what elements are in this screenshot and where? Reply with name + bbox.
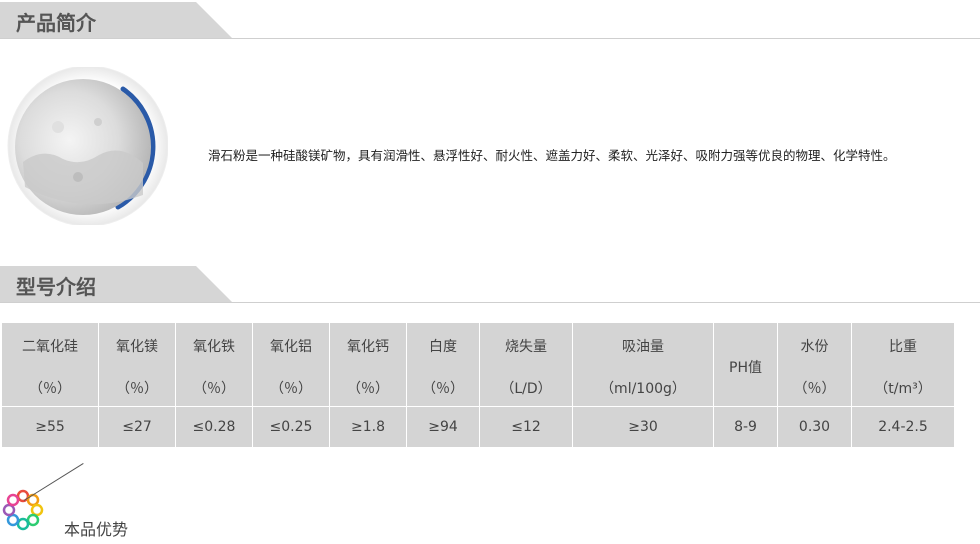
column-unit: （％）	[193, 380, 235, 397]
column-unit: （％）	[422, 380, 464, 397]
table-header-cell: 烧失量 （L/D）	[479, 322, 573, 407]
table-cell: ≥30	[572, 406, 714, 448]
table-cell: ≤0.28	[175, 406, 253, 448]
column-unit: （％）	[29, 380, 71, 397]
decorative-slash	[23, 462, 84, 501]
column-unit: （％）	[116, 380, 158, 397]
spec-table: 二氧化硅 （％） 氧化镁 （％） 氧化铁 （％） 氧化铝 （％） 氧化钙 （％） 白度 （％） 烧失量 （…	[1, 322, 955, 448]
table-header-cell: 氧化铁 （％）	[175, 322, 253, 407]
column-unit: （％）	[347, 380, 389, 397]
table-cell: ≥1.8	[329, 406, 407, 448]
table-header-cell: 比重 （t/m³）	[851, 322, 955, 407]
table-header-cell: 二氧化硅 （％）	[1, 322, 99, 407]
column-name: 水份	[800, 338, 829, 355]
column-name: 氧化镁	[116, 338, 158, 355]
column-name: 氧化铝	[270, 338, 312, 355]
table-cell: ≤0.25	[252, 406, 330, 448]
section-tab: 产品简介	[0, 2, 232, 38]
section-title: 产品简介	[16, 11, 96, 35]
section-title: 型号介绍	[16, 275, 96, 299]
table-header-cell: 氧化镁 （％）	[98, 322, 176, 407]
table-cell: ≤27	[98, 406, 176, 448]
column-unit: （％）	[793, 380, 836, 397]
table-header-cell: PH值	[713, 322, 778, 407]
flower-logo-icon	[2, 489, 44, 531]
column-name: 比重	[889, 338, 917, 355]
column-unit: （ml/100g）	[600, 380, 686, 397]
column-unit: （t/m³）	[874, 380, 932, 397]
column-name: 吸油量	[622, 338, 664, 355]
column-name: PH值	[729, 359, 762, 376]
table-cell: 8-9	[713, 406, 778, 448]
product-description: 滑石粉是一种硅酸镁矿物，具有润滑性、悬浮性好、耐火性、遮盖力好、柔软、光泽好、吸…	[208, 148, 896, 163]
table-cell: 2.4-2.5	[851, 406, 955, 448]
column-name: 氧化钙	[347, 338, 389, 355]
table-header-cell: 吸油量 （ml/100g）	[572, 322, 714, 407]
section-tab: 型号介绍	[0, 266, 232, 302]
table-cell: ≥55	[1, 406, 99, 448]
advantages-title: 本品优势	[64, 520, 129, 539]
table-header-row: 二氧化硅 （％） 氧化镁 （％） 氧化铁 （％） 氧化铝 （％） 氧化钙 （％） 白度 （％） 烧失量 （…	[1, 322, 955, 407]
column-name: 烧失量	[505, 338, 547, 355]
talc-powder-image	[7, 67, 168, 225]
column-name: 白度	[429, 338, 457, 355]
column-unit: （％）	[270, 380, 312, 397]
table-cell: 0.30	[777, 406, 852, 448]
column-name: 氧化铁	[193, 338, 235, 355]
table-cell: ≤12	[479, 406, 573, 448]
table-header-cell: 氧化铝 （％）	[252, 322, 330, 407]
table-cell: ≥94	[406, 406, 480, 448]
table-header-cell: 水份 （％）	[777, 322, 852, 407]
column-name: 二氧化硅	[22, 338, 78, 355]
section-divider	[0, 302, 980, 303]
table-header-cell: 白度 （％）	[406, 322, 480, 407]
section-divider	[0, 38, 980, 39]
section-header-models: 型号介绍	[0, 266, 980, 304]
table-header-cell: 氧化钙 （％）	[329, 322, 407, 407]
column-unit: （L/D）	[500, 380, 552, 397]
section-header-intro: 产品简介	[0, 2, 980, 40]
table-row: ≥55 ≤27 ≤0.28 ≤0.25 ≥1.8 ≥94 ≤12 ≥30 8-9 0.30 2.4-…	[1, 406, 955, 448]
